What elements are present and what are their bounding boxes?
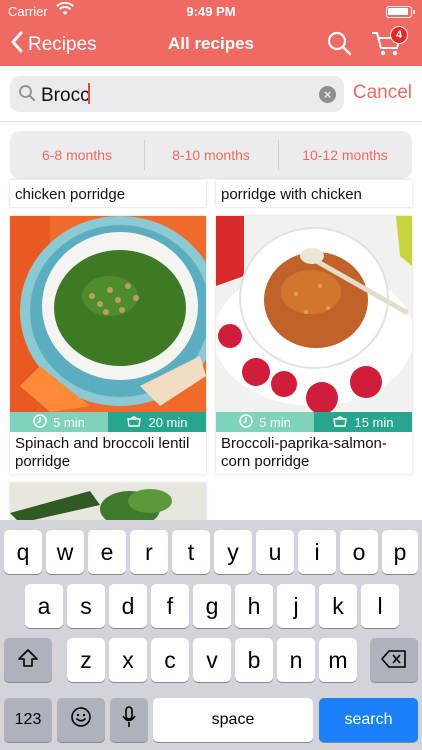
pot-icon bbox=[332, 414, 348, 431]
key-p[interactable]: p bbox=[382, 530, 418, 574]
key-s[interactable]: s bbox=[67, 584, 105, 628]
recipe-photo bbox=[10, 216, 206, 412]
key-h[interactable]: h bbox=[235, 584, 273, 628]
recipe-title: porridge with chicken bbox=[221, 186, 362, 203]
microphone-icon bbox=[122, 706, 136, 734]
magnifier-icon bbox=[326, 31, 352, 60]
dictation-key[interactable] bbox=[110, 698, 148, 742]
page-title: All recipes bbox=[168, 34, 254, 53]
emoji-key[interactable] bbox=[57, 698, 105, 742]
cook-time: 20 min bbox=[108, 412, 206, 432]
time-bar: 5 min 20 min bbox=[10, 412, 206, 432]
recipe-card[interactable] bbox=[10, 483, 206, 523]
backspace-key[interactable] bbox=[370, 638, 418, 682]
recipe-card[interactable]: 5 min 15 min Broccoli-paprika-salmon-cor… bbox=[216, 216, 412, 474]
key-w[interactable]: w bbox=[46, 530, 84, 574]
shift-key[interactable] bbox=[4, 638, 52, 682]
space-key[interactable]: space bbox=[153, 698, 313, 742]
search-row: Brocc × Cancel bbox=[0, 66, 422, 122]
key-l[interactable]: l bbox=[361, 584, 399, 628]
magnifier-icon bbox=[18, 84, 36, 107]
key-z[interactable]: z bbox=[67, 638, 105, 682]
cart-icon bbox=[370, 32, 404, 62]
cart-button[interactable]: 4 bbox=[370, 26, 408, 58]
status-bar: Carrier 9:49 PM bbox=[0, 0, 422, 22]
shift-icon bbox=[17, 647, 39, 674]
prep-time: 5 min bbox=[10, 412, 108, 432]
recipe-photo bbox=[216, 216, 412, 412]
pot-icon bbox=[126, 414, 142, 431]
recipe-title: chicken porridge bbox=[15, 186, 126, 203]
key-r[interactable]: r bbox=[130, 530, 168, 574]
keyboard: q w e r t y u i o p a s d f g h j k l z … bbox=[0, 520, 422, 750]
key-f[interactable]: f bbox=[151, 584, 189, 628]
time-bar: 5 min 15 min bbox=[216, 412, 412, 432]
recipe-card[interactable]: porridge with chicken bbox=[216, 180, 412, 207]
clock-icon bbox=[239, 413, 253, 431]
prep-time-value: 5 min bbox=[259, 414, 291, 430]
tab-10-12-months[interactable]: 10-12 months bbox=[278, 131, 412, 179]
recipe-card[interactable]: 5 min 20 min Spinach and broccoli lentil… bbox=[10, 216, 206, 474]
text-cursor bbox=[87, 83, 90, 104]
age-filter-tabs: 6-8 months 8-10 months 10-12 months bbox=[10, 131, 412, 179]
cook-time-value: 15 min bbox=[354, 414, 394, 430]
prep-time: 5 min bbox=[216, 412, 314, 432]
key-t[interactable]: t bbox=[172, 530, 210, 574]
search-button[interactable] bbox=[326, 30, 352, 56]
prep-time-value: 5 min bbox=[53, 414, 85, 430]
key-g[interactable]: g bbox=[193, 584, 231, 628]
cancel-button[interactable]: Cancel bbox=[353, 82, 412, 104]
key-n[interactable]: n bbox=[277, 638, 315, 682]
recipe-card[interactable]: chicken porridge bbox=[10, 180, 206, 207]
key-i[interactable]: i bbox=[298, 530, 336, 574]
navigation-bar: Recipes All recipes 4 bbox=[0, 22, 422, 66]
key-q[interactable]: q bbox=[4, 530, 42, 574]
key-e[interactable]: e bbox=[88, 530, 126, 574]
battery-level bbox=[388, 8, 408, 15]
clock-time: 9:49 PM bbox=[186, 4, 236, 19]
key-j[interactable]: j bbox=[277, 584, 315, 628]
key-u[interactable]: u bbox=[256, 530, 294, 574]
recipe-photo bbox=[10, 483, 206, 523]
cart-count-badge: 4 bbox=[390, 26, 408, 44]
key-d[interactable]: d bbox=[109, 584, 147, 628]
backspace-icon bbox=[381, 647, 407, 674]
search-value: Brocc bbox=[41, 85, 90, 106]
tab-8-10-months[interactable]: 8-10 months bbox=[144, 131, 278, 179]
key-v[interactable]: v bbox=[193, 638, 231, 682]
key-o[interactable]: o bbox=[340, 530, 378, 574]
clock-icon bbox=[33, 413, 47, 431]
recipe-title: Broccoli-paprika-salmon-corn porridge bbox=[221, 435, 387, 470]
cook-time-value: 20 min bbox=[148, 414, 188, 430]
search-input[interactable]: Brocc × bbox=[10, 76, 344, 112]
battery-icon bbox=[386, 6, 415, 18]
emoji-icon bbox=[70, 706, 92, 734]
tab-6-8-months[interactable]: 6-8 months bbox=[10, 131, 144, 179]
key-a[interactable]: a bbox=[25, 584, 63, 628]
top-bar: Carrier 9:49 PM Recipes All recipes 4 bbox=[0, 0, 422, 66]
key-x[interactable]: x bbox=[109, 638, 147, 682]
recipe-title: Spinach and broccoli lentil porridge bbox=[15, 435, 190, 470]
clear-icon[interactable]: × bbox=[319, 86, 336, 103]
key-b[interactable]: b bbox=[235, 638, 273, 682]
key-m[interactable]: m bbox=[319, 638, 357, 682]
key-k[interactable]: k bbox=[319, 584, 357, 628]
cook-time: 15 min bbox=[314, 412, 412, 432]
key-y[interactable]: y bbox=[214, 530, 252, 574]
key-c[interactable]: c bbox=[151, 638, 189, 682]
numbers-key[interactable]: 123 bbox=[4, 698, 52, 742]
search-key[interactable]: search bbox=[319, 698, 418, 742]
